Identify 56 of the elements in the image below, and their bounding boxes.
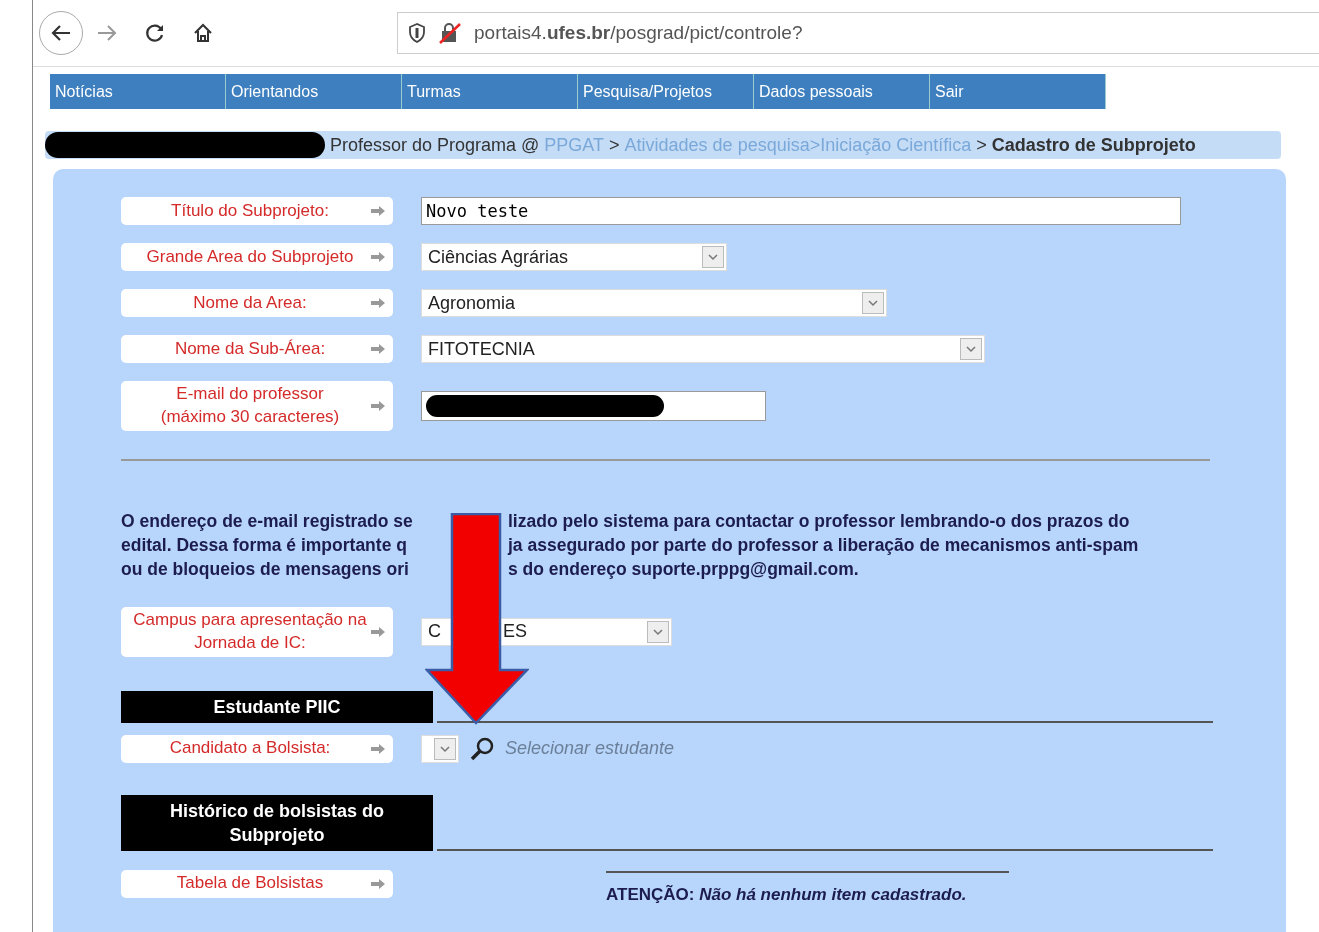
nav-tab[interactable]: Turmas [402,74,578,109]
arrow-right-icon [371,252,385,262]
address-bar[interactable]: portais4.ufes.br/posgrad/pict/controle? [397,12,1319,54]
notice-text: edital. Dessa forma é importante q [121,533,408,557]
caret-icon [862,292,884,314]
select-student-link[interactable]: Selecionar estudante [505,738,675,760]
breadcrumb-current: Cadastro de Subprojeto [991,134,1196,156]
caret-icon [960,338,982,360]
notice-text: s do endereço suporte.prppg@gmail.com. [508,557,859,581]
select-field[interactable]: Ciências Agrárias [421,243,727,271]
home-icon [192,22,214,44]
field-label: Nome da Sub-Área: [121,335,393,363]
shield-icon [408,23,426,43]
field-label: Campus para apresentação na Jornada de IC: [121,606,393,657]
section-title: Histórico de bolsistas do Subprojeto [121,794,433,851]
insecure-lock-icon [438,22,462,44]
field-label: Candidato a Bolsista: [121,734,393,763]
notice-text: ja assegurado por parte do professor a liberação de mecanismos anti-spam [508,533,1139,557]
back-arrow-icon [50,23,72,43]
forward-arrow-icon [96,23,118,43]
field-label: Tabela de Bolsistas [121,869,393,898]
field-label: Título do Subprojeto: [121,197,393,225]
search-icon [469,735,495,762]
field-label: Nome da Area: [121,289,393,317]
notice-text: ou de bloqueios de mensagens ori [121,557,410,581]
notice-text: lizado pelo sistema para contactar o professor lembrando-o dos prazos do [508,509,1130,533]
input-field[interactable]: Novo teste [421,197,1181,225]
email-field[interactable] [421,390,766,421]
arrow-right-icon [371,344,385,354]
notice-text: O endereço de e-mail registrado se [121,509,414,533]
url-text: portais4.ufes.br/posgrad/pict/controle? [474,22,803,44]
field-label: E-mail do professor (máximo 30 caracteres) [121,381,393,431]
arrow-right-icon [371,743,385,754]
arrow-right-icon [371,298,385,308]
select-field[interactable] [421,734,459,763]
caret-icon [434,737,456,760]
nav-tab[interactable]: Notícias [50,74,226,109]
field-label: Grande Area do Subprojeto [121,243,393,271]
nav-tab[interactable]: Dados pessoais [754,74,930,109]
select-field[interactable]: FITOTECNIA [421,335,985,363]
select-field[interactable]: Agronomia [421,289,887,317]
breadcrumb-text: > [609,134,620,156]
breadcrumb-text: Professor do Programa @ [330,134,540,156]
arrow-right-icon [371,400,385,411]
caret-icon [702,246,724,268]
nav-tab[interactable]: Orientandos [226,74,402,109]
caret-icon [647,620,669,643]
empty-message: ATENÇÃO: Não há nenhum item cadastrado. [606,870,1009,905]
arrow-right-icon [371,626,385,637]
section-title: Estudante PIIC [121,690,433,723]
arrow-right-icon [371,878,385,889]
reload-icon [144,22,166,44]
arrow-right-icon [371,206,385,216]
breadcrumb-text: > [976,134,987,156]
nav-tab[interactable]: Sair [930,74,1106,109]
nav-tab[interactable]: Pesquisa/Projetos [578,74,754,109]
